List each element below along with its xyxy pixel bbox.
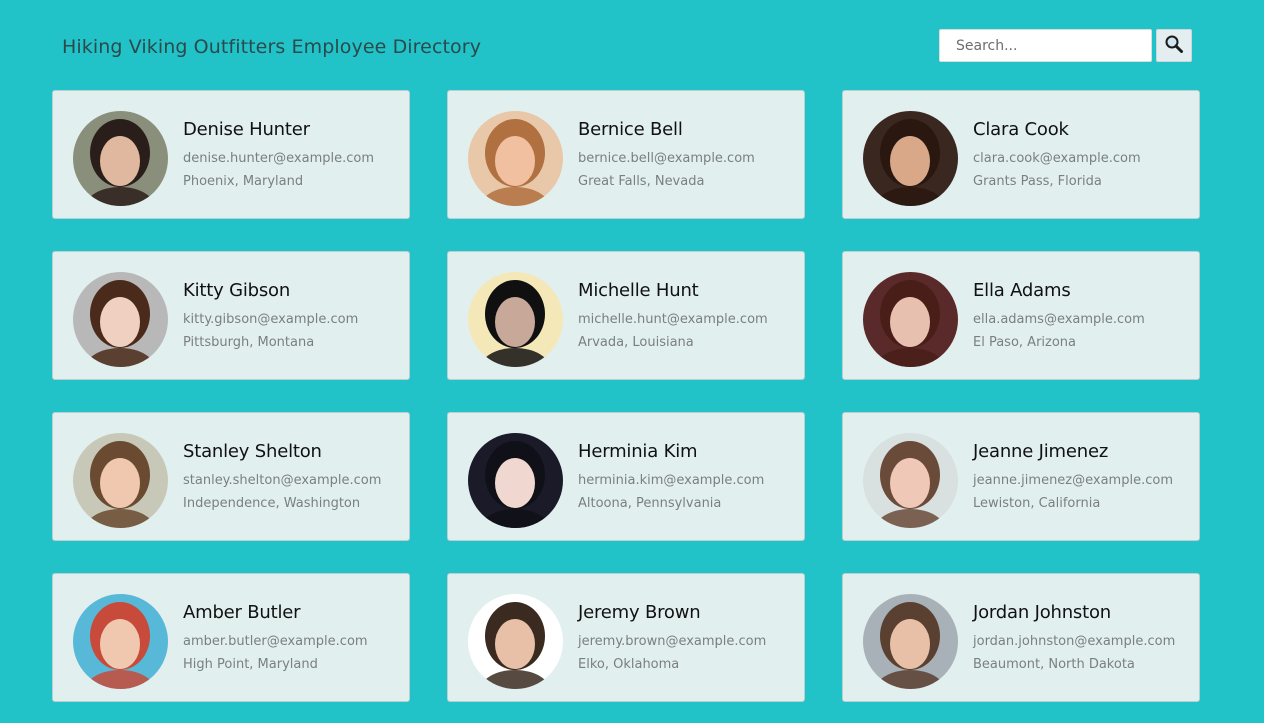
employee-email: jordan.johnston@example.com [973,634,1176,649]
employee-info: Clara Cook clara.cook@example.com Grants P… [973,119,1141,193]
magnifier-icon [1164,34,1184,58]
avatar [863,272,958,367]
employee-location: Grants Pass, Florida [973,174,1102,189]
employee-name: Jeremy Brown [578,602,701,623]
employee-location: Elko, Oklahoma [578,657,680,672]
employee-location: Independence, Washington [183,496,361,511]
employee-card[interactable]: Clara Cook clara.cook@example.com Grants P… [842,90,1200,219]
employee-name: Amber Butler [183,602,301,623]
avatar [468,433,563,528]
avatar [73,272,168,367]
employee-location: Pittsburgh, Montana [183,335,315,350]
employee-location: Arvada, Louisiana [578,335,694,350]
employee-email: jeanne.jimenez@example.com [973,473,1173,488]
avatar [863,594,958,689]
employee-info: Michelle Hunt michelle.hunt@example.com Ar… [578,280,768,354]
employee-info: Denise Hunter denise.hunter@example.com Ph… [183,119,374,193]
employee-info: Jeanne Jimenez jeanne.jimenez@example.com… [973,441,1173,515]
search-input[interactable] [939,29,1152,62]
search-button[interactable] [1156,29,1192,62]
search-form [939,29,1192,62]
employee-info: Amber Butler amber.butler@example.com High… [183,602,368,676]
page-title: Hiking Viking Outfitters Employee Direct… [62,36,482,58]
employee-location: El Paso, Arizona [973,335,1077,350]
employee-email: clara.cook@example.com [973,151,1141,166]
employee-email: herminia.kim@example.com [578,473,765,488]
employee-email: kitty.gibson@example.com [183,312,359,327]
employee-info: Kitty Gibson kitty.gibson@example.com Pitt… [183,280,358,354]
employee-email: denise.hunter@example.com [183,151,375,166]
avatar [863,433,958,528]
employee-card[interactable]: Jeremy Brown jeremy.brown@example.com Elko… [447,573,805,702]
employee-info: Jordan Johnston jordan.johnston@example.c… [973,602,1175,676]
employee-name: Jordan Johnston [973,602,1111,623]
employee-card[interactable]: Michelle Hunt michelle.hunt@example.com Ar… [447,251,805,380]
employee-name: Clara Cook [973,119,1069,140]
employee-card[interactable]: Ella Adams ella.adams@example.com El Paso,… [842,251,1200,380]
employee-info: Herminia Kim herminia.kim@example.com Alto… [578,441,764,515]
employee-email: michelle.hunt@example.com [578,312,768,327]
page-header: Hiking Viking Outfitters Employee Direct… [0,0,1264,90]
employee-email: ella.adams@example.com [973,312,1145,327]
employee-card[interactable]: Jeanne Jimenez jeanne.jimenez@example.com… [842,412,1200,541]
employee-location: Phoenix, Maryland [183,174,304,189]
employee-card[interactable]: Kitty Gibson kitty.gibson@example.com Pitt… [52,251,410,380]
employee-name: Denise Hunter [183,119,310,140]
employee-location: Beaumont, North Dakota [973,657,1135,672]
avatar [73,433,168,528]
employee-location: Lewiston, California [973,496,1101,511]
employee-card[interactable]: Stanley Shelton stanley.shelton@example.c… [52,412,410,541]
employee-card[interactable]: Herminia Kim herminia.kim@example.com Alto… [447,412,805,541]
employee-location: High Point, Maryland [183,657,318,672]
avatar [73,111,168,206]
avatar [73,594,168,689]
avatar [468,111,563,206]
avatar [468,594,563,689]
employee-card[interactable]: Bernice Bell bernice.bell@example.com Grea… [447,90,805,219]
avatar [863,111,958,206]
employee-email: stanley.shelton@example.com [183,473,382,488]
employee-location: Great Falls, Nevada [578,174,705,189]
employee-card[interactable]: Denise Hunter denise.hunter@example.com Ph… [52,90,410,219]
employee-name: Ella Adams [973,280,1071,301]
employee-card[interactable]: Amber Butler amber.butler@example.com High… [52,573,410,702]
employee-name: Stanley Shelton [183,441,322,462]
employee-info: Jeremy Brown jeremy.brown@example.com Elko… [578,602,766,676]
employee-name: Herminia Kim [578,441,698,462]
employee-email: jeremy.brown@example.com [578,634,767,649]
employee-location: Altoona, Pennsylvania [578,496,722,511]
employee-email: bernice.bell@example.com [578,151,755,166]
employee-info: Ella Adams ella.adams@example.com El Paso,… [973,280,1145,354]
employee-name: Kitty Gibson [183,280,291,301]
avatar [468,272,563,367]
employee-card[interactable]: Jordan Johnston jordan.johnston@example.c… [842,573,1200,702]
employee-name: Jeanne Jimenez [973,441,1109,462]
employee-email: amber.butler@example.com [183,634,368,649]
employee-info: Stanley Shelton stanley.shelton@example.c… [183,441,381,515]
employee-name: Michelle Hunt [578,280,699,301]
employee-info: Bernice Bell bernice.bell@example.com Grea… [578,119,755,193]
employee-name: Bernice Bell [578,119,683,140]
